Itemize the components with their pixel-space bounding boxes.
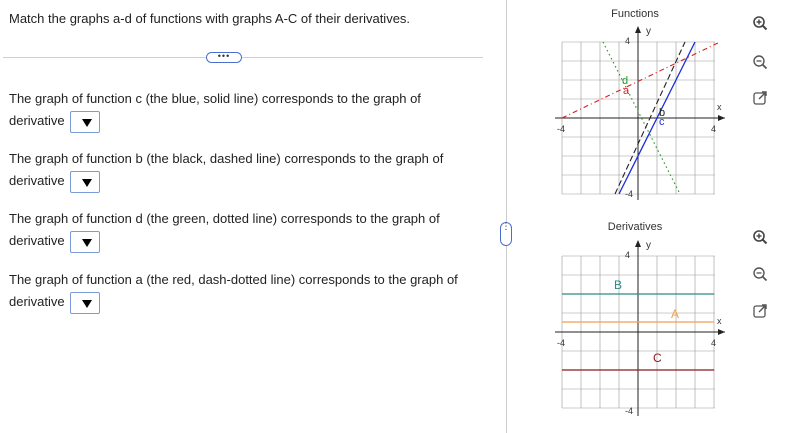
label-a: a	[623, 85, 630, 97]
functions-graph: y x 4 -4 4 -4 d a b c	[555, 26, 725, 200]
zoom-out-icon[interactable]	[750, 264, 770, 284]
label-A: A	[671, 307, 679, 321]
tick-right: 4	[711, 124, 716, 134]
zoom-in-icon[interactable]	[750, 227, 770, 247]
answer-dropdown-a[interactable]	[70, 291, 101, 314]
tick-bottom: -4	[625, 406, 633, 416]
question-row-c: The graph of function c (the blue, solid…	[9, 88, 479, 133]
answer-dropdown-d[interactable]	[70, 230, 101, 253]
zoom-out-icon[interactable]	[750, 52, 770, 72]
tick-bottom: -4	[625, 189, 633, 199]
tick-right: 4	[711, 338, 716, 348]
tick-left: -4	[557, 338, 565, 348]
question-row-b: The graph of function b (the black, dash…	[9, 148, 479, 193]
zoom-in-icon[interactable]	[750, 13, 770, 33]
question-panel: Match the graphs a-d of functions with g…	[0, 0, 492, 433]
label-C: C	[653, 351, 662, 365]
label-c: c	[659, 116, 665, 128]
derivatives-graph: y x 4 -4 4 -4 A B C	[555, 240, 725, 416]
label-B: B	[614, 278, 622, 292]
functions-graph-title: Functions	[611, 8, 659, 20]
x-axis-label: x	[717, 102, 722, 112]
x-axis-label: x	[717, 316, 722, 326]
question-row-d: The graph of function d (the green, dott…	[9, 208, 479, 253]
tick-top: 4	[625, 250, 630, 260]
open-external-icon[interactable]	[750, 301, 770, 321]
open-external-icon[interactable]	[750, 88, 770, 108]
tick-left: -4	[557, 124, 565, 134]
question-prompt: Match the graphs a-d of functions with g…	[9, 11, 411, 26]
separator	[3, 57, 483, 58]
y-axis-label: y	[646, 26, 651, 37]
question-row-a: The graph of function a (the red, dash-d…	[9, 269, 469, 314]
tick-top: 4	[625, 36, 630, 46]
answer-dropdown-b[interactable]	[70, 170, 101, 193]
answer-dropdown-c[interactable]	[70, 110, 101, 133]
expand-button[interactable]: •••	[206, 52, 242, 63]
panel-divider	[506, 0, 507, 433]
resize-handle[interactable]: ⋮	[500, 222, 512, 246]
y-axis-label: y	[646, 240, 651, 251]
derivatives-graph-title: Derivatives	[607, 221, 663, 233]
